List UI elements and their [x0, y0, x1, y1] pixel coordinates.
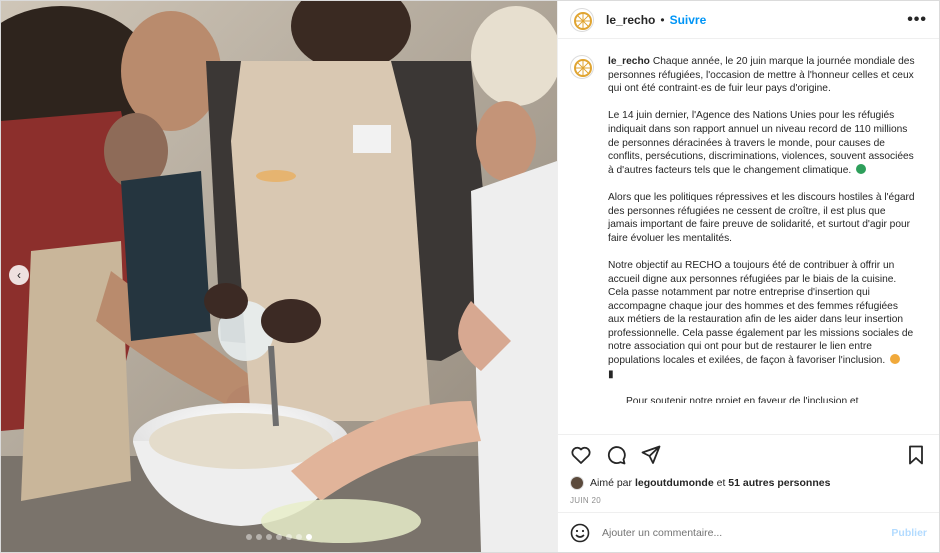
heart-emoji-icon — [890, 354, 901, 365]
separator-dot: • — [660, 12, 665, 27]
comment-input[interactable] — [602, 526, 892, 539]
comment-button[interactable] — [605, 444, 627, 466]
comments-area[interactable]: le_recho Chaque année, le 20 juin marque … — [558, 39, 939, 434]
heart-icon — [571, 446, 591, 464]
likes-summary: Aimé par legoutdumonde et 51 autres pers… — [558, 474, 939, 492]
caption-text: le_recho Chaque année, le 20 juin marque … — [608, 55, 916, 403]
action-bar — [558, 434, 939, 474]
emoji-icon[interactable] — [570, 523, 590, 543]
liker-avatar[interactable] — [570, 476, 584, 490]
caption-username[interactable]: le_recho — [608, 56, 650, 67]
share-icon — [641, 445, 661, 464]
caption-paragraph: Notre objectif au RECHO a toujours été d… — [608, 259, 914, 380]
recho-logo-icon — [574, 59, 592, 77]
post-sidebar: le_recho • Suivre ••• le_recho Chaque ann… — [557, 1, 939, 552]
caption: le_recho Chaque année, le 20 juin marque … — [570, 55, 925, 403]
likes-others-link[interactable]: 51 autres personnes — [728, 477, 830, 489]
post-date[interactable]: JUIN 20 — [558, 492, 939, 512]
carousel-dots — [1, 534, 557, 540]
carousel-prev-button[interactable]: ‹ — [9, 265, 29, 285]
carousel-dot — [286, 534, 292, 540]
caption-avatar[interactable] — [570, 55, 594, 79]
comment-icon — [607, 445, 626, 464]
instagram-post: ‹ le_recho • Suivre ••• le_recho Chaque … — [0, 0, 940, 553]
chevron-left-icon: ‹ — [17, 268, 21, 282]
recho-logo-icon — [574, 11, 592, 30]
username[interactable]: le_recho — [606, 13, 655, 27]
caption-paragraph: Le 14 juin dernier, l'Agence des Nations… — [608, 110, 914, 176]
microphone-emoji-icon: ▮ — [608, 368, 614, 380]
liker-username[interactable]: legoutdumonde — [635, 477, 714, 489]
save-button[interactable] — [905, 444, 927, 466]
likes-conjunction: et — [716, 477, 726, 489]
follow-button[interactable]: Suivre — [670, 13, 707, 27]
caption-paragraph: Alors que les politiques répressives et … — [608, 191, 915, 244]
carousel-dot — [256, 534, 262, 540]
publish-button[interactable]: Publier — [891, 527, 927, 539]
avatar[interactable] — [570, 7, 594, 32]
carousel-dot — [266, 534, 272, 540]
carousel-dot — [296, 534, 302, 540]
caption-bullet: Pour soutenir notre projet en faveur de … — [626, 395, 916, 403]
cooking-class-photo — [1, 1, 557, 552]
bookmark-icon — [909, 445, 923, 464]
post-photo[interactable]: ‹ — [1, 1, 557, 552]
share-button[interactable] — [640, 444, 662, 466]
globe-emoji-icon — [856, 163, 867, 174]
carousel-dot — [306, 534, 312, 540]
caption-paragraph: le_recho Chaque année, le 20 juin marque … — [608, 56, 915, 95]
post-header: le_recho • Suivre ••• — [558, 1, 939, 39]
carousel-dot — [246, 534, 252, 540]
carousel-dot — [276, 534, 282, 540]
more-options-icon[interactable]: ••• — [907, 11, 927, 27]
like-button[interactable] — [570, 444, 592, 466]
comment-box: Publier — [558, 512, 939, 552]
likes-prefix: Aimé par — [590, 477, 633, 489]
